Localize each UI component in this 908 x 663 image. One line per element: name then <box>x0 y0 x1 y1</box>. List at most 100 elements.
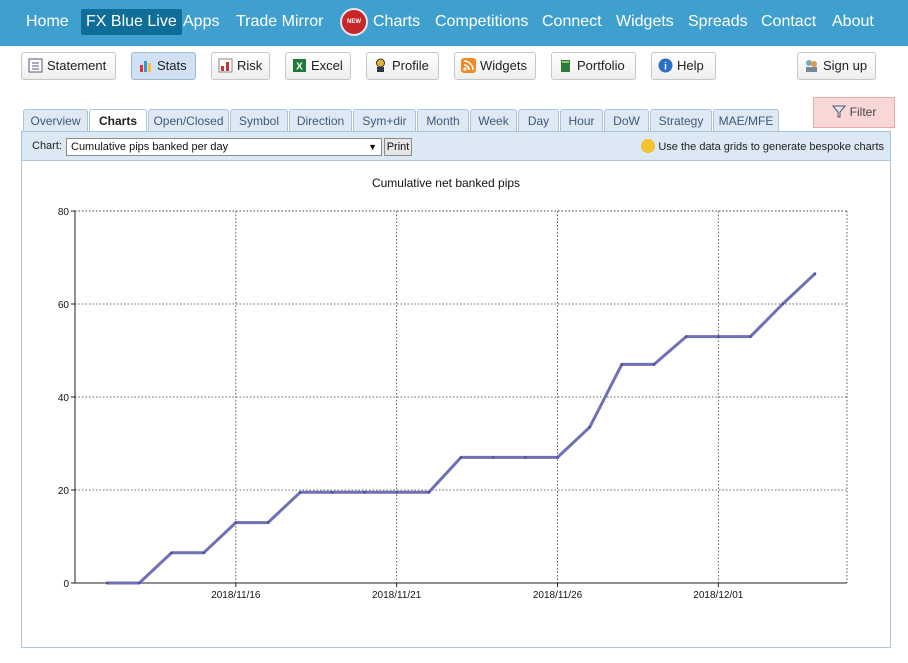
data-point <box>234 521 238 524</box>
chart-select-label: Chart: <box>32 140 62 152</box>
data-point <box>620 363 624 366</box>
data-point <box>298 491 302 494</box>
data-point <box>202 551 205 555</box>
data-point <box>459 456 463 459</box>
portfolio-icon <box>558 56 573 72</box>
nav-fx-blue-live[interactable]: FX Blue Live <box>81 9 182 35</box>
signup-button[interactable]: Sign up <box>797 52 876 80</box>
signup-icon <box>804 56 819 72</box>
data-point <box>556 456 559 459</box>
data-point <box>363 491 366 494</box>
nav-connect[interactable]: Connect <box>542 9 602 35</box>
x-tick-label: 2018/11/16 <box>211 590 261 601</box>
rss-icon <box>461 56 476 73</box>
data-point <box>266 521 270 524</box>
data-point <box>684 335 688 338</box>
profile-button[interactable]: Profile <box>366 52 439 80</box>
filter-icon <box>831 100 846 129</box>
y-tick-label: 0 <box>63 579 69 590</box>
tab-strategy[interactable]: Strategy <box>650 109 712 131</box>
dropdown-arrow-icon: ▼ <box>368 142 377 152</box>
data-point <box>138 581 141 585</box>
data-point <box>105 581 109 585</box>
data-point <box>491 456 495 459</box>
y-tick-label: 20 <box>58 486 70 497</box>
help-button[interactable]: i Help <box>651 52 716 80</box>
tab-day[interactable]: Day <box>518 109 559 131</box>
tab-month[interactable]: Month <box>417 109 469 131</box>
tab-direction[interactable]: Direction <box>289 109 352 131</box>
risk-label: Risk <box>237 58 263 73</box>
statement-button[interactable]: Statement <box>21 52 116 80</box>
risk-button[interactable]: Risk <box>211 52 270 80</box>
y-tick-label: 60 <box>58 300 70 311</box>
stats-button[interactable]: Stats <box>131 52 196 80</box>
data-point <box>395 491 398 494</box>
y-tick-label: 40 <box>58 393 70 404</box>
chart-type-select[interactable]: Cumulative pips banked per day ▼ <box>66 138 382 156</box>
nav-apps[interactable]: Apps <box>183 9 219 35</box>
signup-label: Sign up <box>823 58 868 73</box>
lightbulb-icon <box>641 139 656 153</box>
portfolio-label: Portfolio <box>577 58 625 73</box>
x-tick-label: 2018/11/26 <box>533 590 583 601</box>
tab-overview[interactable]: Overview <box>23 109 88 131</box>
series-line <box>105 272 817 585</box>
chart-hint: Use the data grids to generate bespoke c… <box>641 139 884 153</box>
tab-dow[interactable]: DoW <box>604 109 649 131</box>
statement-icon <box>28 56 43 73</box>
excel-icon: X <box>292 56 307 73</box>
nav-spreads[interactable]: Spreads <box>688 9 748 35</box>
data-point <box>781 302 784 306</box>
tab-open-closed[interactable]: Open/Closed <box>148 109 229 131</box>
widgets-button[interactable]: Widgets <box>454 52 536 80</box>
widgets-label: Widgets <box>480 58 527 73</box>
chart-type-value: Cumulative pips banked per day <box>71 141 229 153</box>
chart-series <box>105 272 817 585</box>
nav-competitions[interactable]: Competitions <box>435 9 528 35</box>
toolbar: Statement Stats Risk X Excel Profile Widg… <box>0 46 908 88</box>
x-tick-label: 2018/12/01 <box>693 590 743 601</box>
nav-home[interactable]: Home <box>26 9 69 35</box>
top-nav: Home FX Blue Live Apps Trade Mirror NEW … <box>0 0 908 46</box>
data-point <box>652 363 656 366</box>
nav-about[interactable]: About <box>832 9 874 35</box>
chart-hint-text: Use the data grids to generate bespoke c… <box>658 141 884 153</box>
filter-button[interactable]: Filter <box>813 97 895 128</box>
nav-contact[interactable]: Contact <box>761 9 816 35</box>
excel-button[interactable]: X Excel <box>285 52 351 80</box>
chart-grid <box>75 210 848 583</box>
data-point <box>427 491 431 494</box>
risk-icon <box>218 56 233 73</box>
tab-sym-dir[interactable]: Sym+dir <box>353 109 416 131</box>
statement-label: Statement <box>47 58 107 73</box>
portfolio-button[interactable]: Portfolio <box>551 52 636 80</box>
tab-hour[interactable]: Hour <box>560 109 603 131</box>
stats-icon <box>138 56 153 72</box>
tab-week[interactable]: Week <box>470 109 517 131</box>
data-point <box>813 272 817 276</box>
nav-widgets[interactable]: Widgets <box>616 9 674 35</box>
help-icon: i <box>658 56 673 73</box>
tab-mae-mfe[interactable]: MAE/MFE <box>713 109 779 131</box>
svg-text:X: X <box>296 62 303 73</box>
tab-charts[interactable]: Charts <box>89 109 147 132</box>
print-button[interactable]: Print <box>384 138 412 156</box>
nav-charts[interactable]: Charts <box>373 9 420 35</box>
help-label: Help <box>677 58 704 73</box>
stats-label: Stats <box>157 58 187 73</box>
data-point <box>331 491 334 494</box>
line-chart: Cumulative net banked pips 0 20 40 60 80 2018… <box>58 176 848 601</box>
chart-axes: 0 20 40 60 80 2018/11/16 2018/11/21 2018/11/26 2… <box>58 207 847 601</box>
svg-text:i: i <box>664 62 667 73</box>
data-point <box>749 335 752 338</box>
x-tick-label: 2018/11/21 <box>372 590 422 601</box>
tab-symbol[interactable]: Symbol <box>230 109 288 131</box>
profile-label: Profile <box>392 58 429 73</box>
nav-trade-mirror[interactable]: Trade Mirror <box>236 9 323 35</box>
chart-panel: Chart: Cumulative pips banked per day ▼ … <box>21 131 891 648</box>
data-point <box>170 551 173 555</box>
filter-label: Filter <box>849 105 877 119</box>
chart-controls: Chart: Cumulative pips banked per day ▼ … <box>22 132 890 161</box>
new-badge-icon: NEW <box>340 8 368 36</box>
